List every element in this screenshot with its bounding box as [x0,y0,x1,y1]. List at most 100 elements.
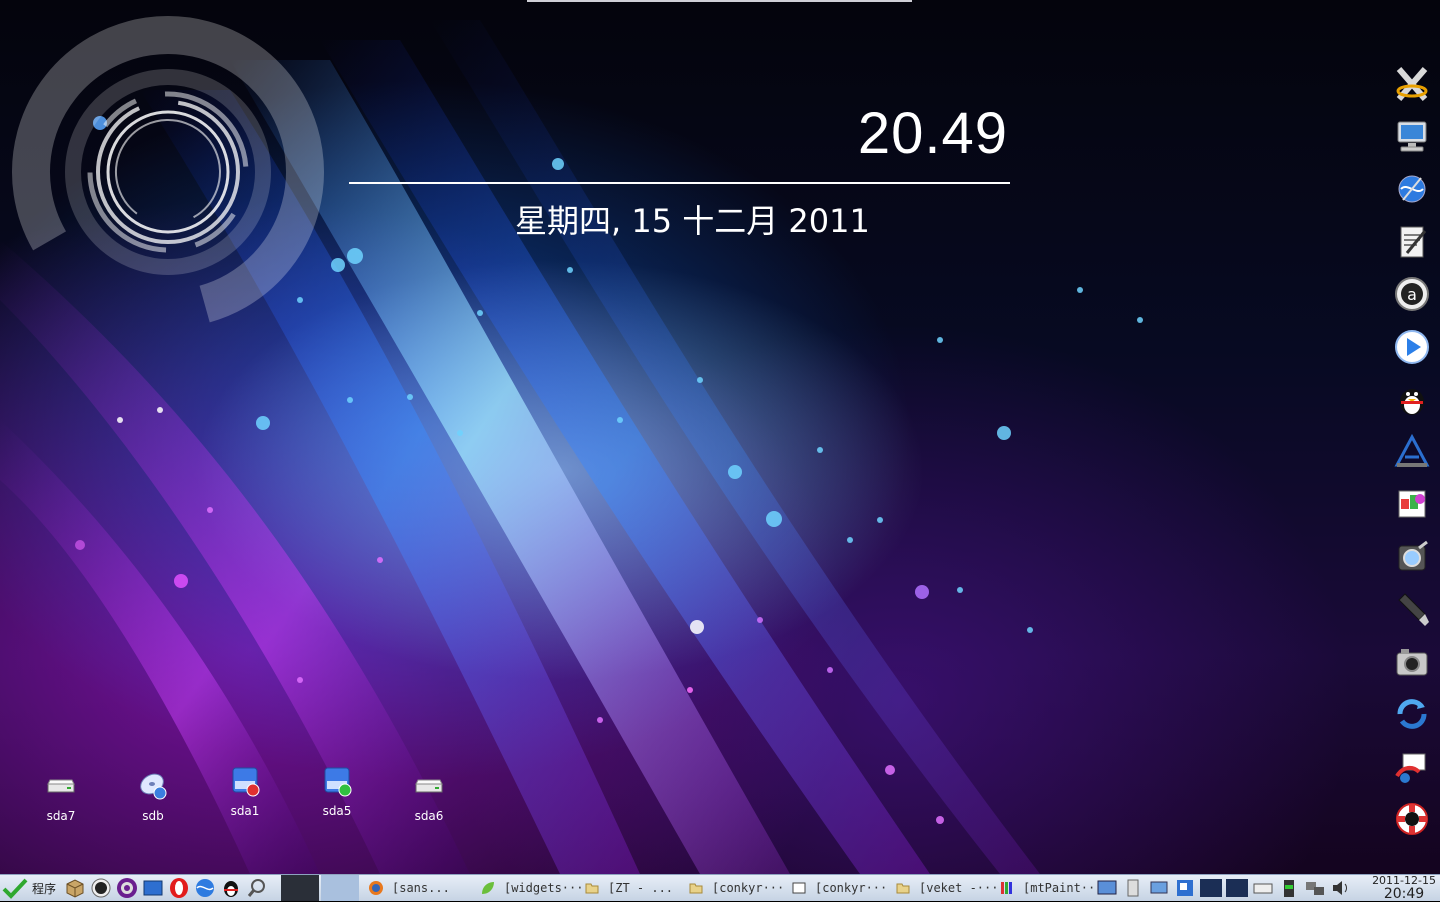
desktop-icon-sda6[interactable]: sda6 [399,770,459,823]
qq-penguin-icon [1400,389,1424,415]
desktop-icon-sda5[interactable]: sda5 [307,765,367,818]
dock-item-camera[interactable] [1390,640,1434,684]
mtpaint-icon [1001,882,1012,894]
pager-desktop-1[interactable] [281,875,319,901]
package-icon[interactable] [64,877,86,899]
dock-item-xorg[interactable] [1390,62,1434,106]
clock-time: 20.49 [857,101,1008,166]
folder-icon [585,883,599,894]
text-editor-icon [1400,226,1427,257]
dock-item-update[interactable] [1390,692,1434,736]
search-icon[interactable] [246,877,268,899]
task-label: [conkyr··· [815,881,888,895]
task-button-1[interactable]: [widgets··· [474,877,583,899]
opera-icon[interactable] [168,877,190,899]
dock-item-abiword[interactable] [1390,430,1434,474]
dock-item-network[interactable] [1390,745,1434,789]
dock-item-qq[interactable] [1390,377,1434,421]
device-icon[interactable] [1122,877,1144,899]
gnumeric-icon [1398,490,1426,518]
desktop-icon-sdb[interactable]: sdb [123,770,183,823]
amule-icon[interactable] [90,877,112,899]
screenshot-icon [1398,540,1428,570]
desktop-icon-label: sda7 [46,809,76,823]
task-button-3[interactable]: [conkyr··· [682,877,784,899]
desktop-icon-sda1[interactable]: sda1 [215,765,275,818]
window-manager-icon[interactable] [1174,877,1196,899]
quick-launch [64,875,272,901]
cpu-meter-icon [1200,879,1222,897]
dock-item-computer[interactable] [1390,115,1434,159]
usb-disc-icon [140,773,167,800]
monitor-icon[interactable] [1148,877,1170,899]
dock-item-help[interactable] [1390,797,1434,841]
dock-item-gnumeric[interactable] [1390,482,1434,526]
browser-globe-icon[interactable] [194,877,216,899]
task-label: [veket -··· [919,881,999,895]
wallpaper-beams [0,16,1143,874]
folder-icon [689,883,703,894]
update-icon [1397,699,1427,729]
desktop-icon-label: sda1 [230,804,260,818]
drive-mounted-red-icon [232,767,260,797]
task-label: [sans... [392,881,450,895]
usb-stick-icon [1398,593,1429,626]
amule-icon: a [1395,277,1429,311]
task-button-0[interactable]: [sans... [362,877,450,899]
task-label: [mtPaint··· [1023,881,1103,895]
display-settings-icon[interactable] [1096,877,1118,899]
desktop-wallpaper: 20.49 星期四, 15 十二月 2011 sda7 sdb sda1 sda… [0,0,1440,874]
xorg-icon [1396,67,1428,101]
start-menu-button[interactable]: 程序 [2,875,56,901]
desktop-show-icon[interactable] [142,877,164,899]
dock-item-browser[interactable] [1390,167,1434,211]
keyboard-icon[interactable] [1252,877,1274,899]
taskbar: 程序 [sans... [widgets··· [ZT - ... [conky… [0,874,1440,901]
system-tray [1096,875,1356,901]
desktop-icon-label: sdb [142,809,164,823]
task-label: [conkyr··· [712,881,785,895]
desktop-icon-label: sda6 [414,809,444,823]
browser-globe-icon [1398,175,1426,203]
volume-icon[interactable] [1330,877,1352,899]
camera-icon [1396,648,1428,675]
task-button-4[interactable]: [conkyr··· [785,877,887,899]
drive-mounted-green-icon [324,767,352,797]
start-menu-label: 程序 [32,881,57,896]
task-button-6[interactable]: [mtPaint··· [993,877,1102,899]
abiword-icon [1394,433,1430,467]
dock-item-text-editor[interactable] [1390,220,1434,264]
top-panel-line [527,0,912,2]
firefox-icon [369,881,383,895]
desktop-icon-label: sda5 [322,804,352,818]
dock-item-usb[interactable] [1390,587,1434,631]
media-disc-icon[interactable] [116,877,138,899]
dock-item-amule[interactable]: a [1390,272,1434,316]
dock-item-screenshot[interactable] [1390,535,1434,579]
drive-icon [47,779,75,793]
svg-text:a: a [1407,285,1417,304]
dock-item-media-player[interactable] [1390,325,1434,369]
leaf-icon [482,882,494,894]
clock-divider [349,182,1010,184]
task-label: [ZT - ... [608,881,674,895]
desktop-icon-sda7[interactable]: sda7 [31,770,91,823]
help-lifebuoy-icon [1396,803,1428,835]
task-button-5[interactable]: [veket -··· [889,877,998,899]
qq-penguin-icon[interactable] [220,877,242,899]
terminal-icon [792,882,806,894]
task-button-2[interactable]: [ZT - ... [578,877,673,899]
tray-time: 20:49 [1383,886,1425,902]
battery-icon[interactable] [1278,877,1300,899]
network-icon [1395,753,1426,783]
checkmark-icon [2,878,28,899]
clock-date: 星期四, 15 十二月 2011 [515,202,870,240]
tray-clock[interactable]: 2011-12-15 20:49 [1372,875,1436,902]
folder-icon [896,883,910,894]
pager-desktop-2[interactable] [321,875,359,901]
task-label: [widgets··· [504,881,584,895]
network-status-icon[interactable] [1304,877,1326,899]
computer-icon [1397,121,1427,151]
memory-meter-icon [1226,879,1248,897]
media-player-icon [1395,329,1429,364]
